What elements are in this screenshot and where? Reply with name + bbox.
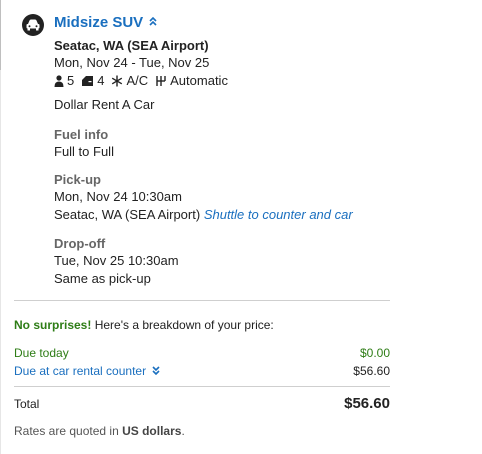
price-headline: No surprises! Here's a breakdown of your… <box>14 318 274 332</box>
door-icon <box>82 75 94 86</box>
pickup-location-line: Seatac, WA (SEA Airport) Shuttle to coun… <box>54 207 353 222</box>
currency-name: US dollars <box>122 424 182 438</box>
passengers-count: 5 <box>67 73 75 88</box>
left-border-accent <box>0 0 1 70</box>
section-divider <box>14 300 390 301</box>
bags-feature: 4 <box>81 73 104 88</box>
car-dates: Mon, Nov 24 - Tue, Nov 25 <box>54 55 210 70</box>
due-counter-label[interactable]: Due at car rental counter <box>14 364 146 378</box>
gearshift-icon <box>156 75 166 86</box>
car-title-row[interactable]: Midsize SUV <box>54 14 157 31</box>
ac-feature: A/C <box>111 73 148 88</box>
ac-label: A/C <box>126 73 149 88</box>
dropoff-place: Same as pick-up <box>54 271 151 286</box>
due-counter-value: $56.60 <box>353 364 390 378</box>
passengers-feature: 5 <box>54 73 74 88</box>
no-surprises-text: No surprises! <box>14 318 92 332</box>
due-today-row: Due today $0.00 <box>14 346 390 360</box>
fuel-info-label: Fuel info <box>54 127 109 142</box>
person-icon <box>54 74 64 87</box>
chevron-up-icon[interactable] <box>149 16 157 29</box>
pickup-label: Pick-up <box>54 172 101 187</box>
car-features: 5 4 A/C Automatic <box>54 73 235 88</box>
car-title[interactable]: Midsize SUV <box>54 14 143 31</box>
snowflake-icon <box>112 75 123 86</box>
transmission-label: Automatic <box>170 73 228 88</box>
currency-note-prefix: Rates are quoted in <box>14 424 123 438</box>
dropoff-label: Drop-off <box>54 236 106 251</box>
fuel-info-value: Full to Full <box>54 144 114 159</box>
car-location: Seatac, WA (SEA Airport) <box>54 38 209 53</box>
due-today-label: Due today <box>14 346 69 360</box>
pickup-datetime: Mon, Nov 24 10:30am <box>54 189 182 204</box>
price-headline-rest: Here's a breakdown of your price: <box>91 318 274 332</box>
bags-count: 4 <box>97 73 105 88</box>
currency-note: Rates are quoted in US dollars. <box>14 424 185 438</box>
due-counter-row: Due at car rental counter $56.60 <box>14 364 390 378</box>
currency-note-suffix: . <box>181 424 185 438</box>
total-row: Total $56.60 <box>14 395 390 412</box>
due-counter-toggle[interactable]: Due at car rental counter <box>14 364 160 378</box>
car-icon <box>22 14 44 36</box>
total-divider <box>14 386 390 387</box>
due-today-value: $0.00 <box>359 346 390 360</box>
shuttle-link[interactable]: Shuttle to counter and car <box>204 207 353 222</box>
transmission-feature: Automatic <box>155 73 228 88</box>
vendor-name: Dollar Rent A Car <box>54 97 155 112</box>
chevron-down-icon[interactable] <box>152 364 160 378</box>
total-label: Total <box>14 397 40 411</box>
dropoff-datetime: Tue, Nov 25 10:30am <box>54 253 179 268</box>
total-value: $56.60 <box>344 395 390 412</box>
pickup-place: Seatac, WA (SEA Airport) <box>54 207 201 222</box>
